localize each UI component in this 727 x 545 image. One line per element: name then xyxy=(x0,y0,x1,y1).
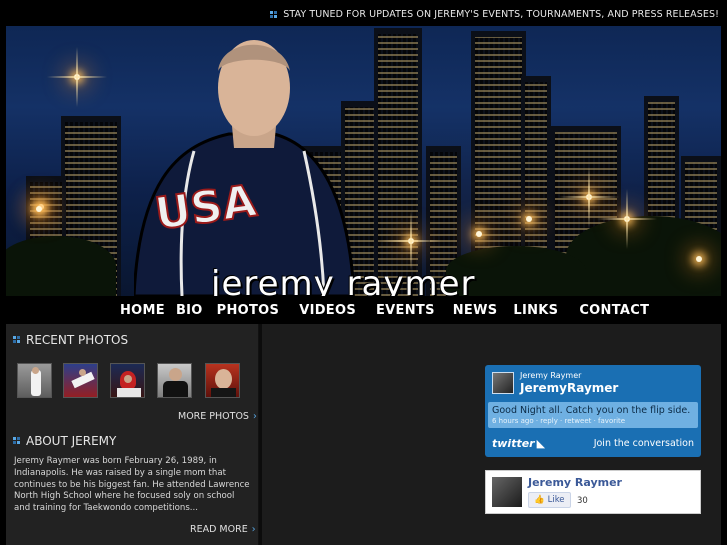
about-text: Jeremy Raymer was born February 26, 1989… xyxy=(14,456,250,514)
photo-thumbnail[interactable] xyxy=(205,363,240,398)
facebook-avatar[interactable] xyxy=(492,477,522,507)
nav-bio[interactable]: BIO xyxy=(176,303,203,318)
twitter-widget: Jeremy Raymer JeremyRaymer Good Night al… xyxy=(485,365,701,457)
facebook-page-name[interactable]: Jeremy Raymer xyxy=(528,476,622,489)
ticker-text: STAY TUNED FOR UPDATES ON JEREMY'S EVENT… xyxy=(283,9,719,20)
photo-thumbnail[interactable] xyxy=(157,363,192,398)
main-nav: HOME BIO PHOTOS VIDEOS EVENTS NEWS LINKS… xyxy=(6,296,721,324)
tweet-meta[interactable]: 6 hours ago · reply · retweet · favorite xyxy=(492,417,625,425)
site-title: jeremy raymer xyxy=(211,264,476,296)
news-ticker: STAY TUNED FOR UPDATES ON JEREMY'S EVENT… xyxy=(270,9,719,20)
recent-photos-heading: RECENT PHOTOS xyxy=(13,333,128,347)
read-more-link[interactable]: READ MORE › xyxy=(190,524,256,535)
bullet-icon xyxy=(270,10,278,19)
bullet-icon xyxy=(13,437,21,445)
more-photos-label: MORE PHOTOS xyxy=(178,411,249,422)
more-photos-link[interactable]: MORE PHOTOS › xyxy=(178,411,257,422)
about-heading: ABOUT JEREMY xyxy=(13,434,116,448)
bullet-icon xyxy=(13,336,21,344)
header-banner: USA jeremy raymer xyxy=(6,26,721,296)
twitter-avatar[interactable] xyxy=(492,372,514,394)
nav-videos[interactable]: VIDEOS xyxy=(299,303,356,318)
nav-news[interactable]: NEWS xyxy=(453,303,498,318)
nav-contact[interactable]: CONTACT xyxy=(579,303,649,318)
like-button[interactable]: 👍 Like xyxy=(528,492,571,508)
join-conversation-link[interactable]: Join the conversation xyxy=(594,438,694,449)
chevron-right-icon: › xyxy=(251,524,256,535)
chevron-right-icon: › xyxy=(252,411,257,422)
tweet: Good Night all. Catch you on the flip si… xyxy=(488,402,698,428)
like-count: 30 xyxy=(577,496,588,506)
nav-links[interactable]: LINKS xyxy=(513,303,558,318)
about-title: ABOUT JEREMY xyxy=(26,434,117,448)
twitter-bird-icon: ◣ xyxy=(536,437,546,450)
read-more-label: READ MORE xyxy=(190,524,248,535)
nav-photos[interactable]: PHOTOS xyxy=(217,303,280,318)
right-margin xyxy=(721,26,727,545)
twitter-display-name[interactable]: Jeremy Raymer xyxy=(520,371,581,380)
athlete-portrait: USA xyxy=(134,40,354,296)
photo-thumbnail[interactable] xyxy=(110,363,145,398)
tweet-text: Good Night all. Catch you on the flip si… xyxy=(492,405,691,416)
top-bar: STAY TUNED FOR UPDATES ON JEREMY'S EVENT… xyxy=(0,0,727,26)
photo-thumbnail[interactable] xyxy=(17,363,52,398)
twitter-handle[interactable]: JeremyRaymer xyxy=(520,381,618,395)
twitter-logo[interactable]: twitter ◣ xyxy=(492,437,545,450)
like-label: Like xyxy=(547,495,565,505)
thumbs-up-icon: 👍 xyxy=(534,495,545,505)
photo-thumbnail[interactable] xyxy=(63,363,98,398)
facebook-widget: Jeremy Raymer 👍 Like 30 xyxy=(485,470,701,514)
nav-home[interactable]: HOME xyxy=(120,303,165,318)
recent-photos-title: RECENT PHOTOS xyxy=(26,333,129,347)
nav-events[interactable]: EVENTS xyxy=(376,303,435,318)
